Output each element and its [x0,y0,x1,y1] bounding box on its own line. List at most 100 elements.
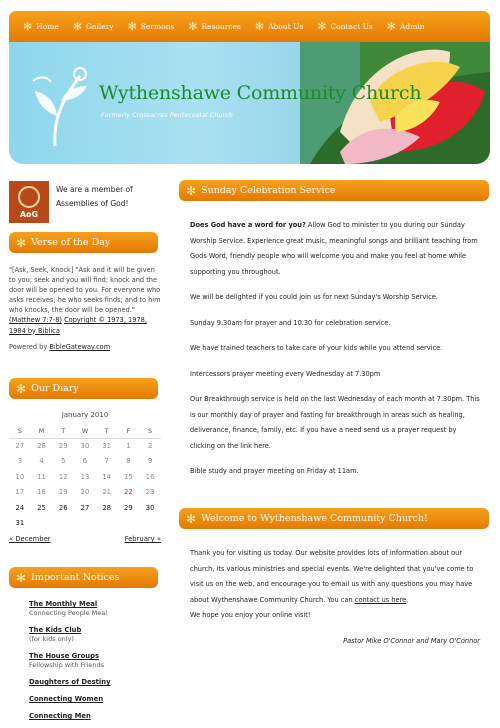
notice-link[interactable]: Connecting Women [29,695,159,704]
nav-sermons[interactable]: ✻ Sermons [128,21,175,32]
calendar-day[interactable]: 27 [74,500,96,516]
biblegateway-link[interactable]: BibleGateway.com [49,343,110,351]
calendar-day[interactable]: 6 [74,454,96,470]
calendar-day[interactable]: 19 [52,485,74,501]
calendar-prev-link[interactable]: « December [9,535,51,543]
calendar-day[interactable]: 10 [9,469,31,485]
service-invite: We will be delighted if you could join u… [190,293,438,301]
calendar-week: 31 [9,516,161,532]
calendar-day[interactable]: 29 [52,438,74,454]
calendar-day[interactable]: 24 [9,500,31,516]
list-item: The Kids Club (for kids only) [29,626,159,644]
welcome-closing: We hope you enjoy your online visit! [190,611,311,619]
welcome-text: Thank you for visiting us today. Our web… [190,549,474,604]
calendar-day[interactable]: 9 [139,454,161,470]
service-content: Does God have a word for you? Allow God … [190,218,480,490]
calendar-day[interactable]: 25 [31,500,53,516]
sparkle-icon: ✻ [16,381,27,396]
calendar-day[interactable]: 27 [9,438,31,454]
calendar-day[interactable]: 26 [52,500,74,516]
service-intro: Does God have a word for you? Allow God … [190,221,478,276]
calendar-week: 10 11 12 13 14 15 16 [9,469,161,485]
calendar-day[interactable]: 31 [9,516,31,532]
verse-reference-link[interactable]: (Matthew 7:7-8) [9,316,62,324]
nav-resources[interactable]: ✻ Resources [188,21,241,32]
calendar-day[interactable]: 14 [96,469,118,485]
site-header: Wythenshawe Community Church Formerly Cr… [9,42,490,164]
calendar-day[interactable]: 8 [118,454,140,470]
calendar-day[interactable]: 7 [96,454,118,470]
service-times: Sunday 9.30am for prayer and 10.30 for c… [190,318,391,327]
aog-logo-text: AoG [19,209,39,219]
sparkle-icon: ✻ [317,20,327,33]
calendar-day [118,516,140,532]
verse-heading: ✻ Verse of the Day [9,232,158,253]
calendar-week: 24 25 26 27 28 29 30 [9,500,161,516]
calendar-day[interactable]: 4 [31,454,53,470]
calendar-day[interactable]: 29 [118,500,140,516]
contact-us-link[interactable]: contact us here [355,596,406,604]
notice-link[interactable]: The Kids Club [29,626,159,635]
calendar-nav: « December February » [9,535,161,543]
notice-subtitle: Fellowship with Friends [29,661,105,669]
nav-contact-us[interactable]: ✻ Contact Us [317,21,373,32]
calendar-day[interactable]: 28 [96,500,118,516]
calendar-day[interactable]: 3 [9,454,31,470]
notice-link[interactable]: Daughters of Destiny [29,678,159,687]
aog-logo[interactable]: AoG [9,181,49,223]
list-item: Connecting Women [29,695,159,704]
calendar-weekday: F [117,424,140,439]
calendar-weekday: W [74,424,96,439]
notice-link[interactable]: The House Groups [29,652,159,661]
site-title: Wythenshawe Community Church [99,82,422,104]
notices-list: The Monthly Meal Connecting People Meal T… [29,600,159,728]
church-logo-icon [32,67,87,147]
calendar-day [74,516,96,532]
nav-gallery[interactable]: ✻ Gallery [73,21,114,32]
calendar-day[interactable]: 30 [139,500,161,516]
calendar-weekday: T [95,424,118,439]
top-nav: ✻ Home ✻ Gallery ✻ Sermons ✻ Resources ✻ Abou… [9,11,490,42]
calendar-day[interactable]: 28 [31,438,53,454]
calendar-day[interactable]: 23 [139,485,161,501]
calendar-day [96,516,118,532]
calendar-day[interactable]: 15 [118,469,140,485]
aog-emblem-icon [18,185,40,208]
sparkle-icon: ✻ [254,20,265,33]
calendar-day[interactable]: 20 [74,485,96,501]
notice-subtitle: Connecting People Meal [29,609,108,617]
calendar-day[interactable]: 17 [9,485,31,501]
calendar-weekday: T [52,424,75,439]
notices-heading: ✻ Important Notices [9,567,158,588]
calendar-weekday: M [30,424,53,439]
sparkle-icon: ✻ [188,20,198,33]
calendar-day[interactable]: 31 [96,438,118,454]
notice-link[interactable]: The Monthly Meal [29,600,159,609]
sparkle-icon: ✻ [16,235,27,250]
welcome-content: Thank you for visiting us today. Our web… [190,546,480,659]
calendar-day[interactable]: 18 [31,485,53,501]
sparkle-icon: ✻ [16,570,27,585]
calendar-day[interactable]: 2 [139,438,161,454]
calendar-day[interactable]: 30 [74,438,96,454]
service-heading: ✻ Sunday Celebration Service [179,180,489,201]
service-kids: We have trained teachers to take care of… [190,344,443,352]
nav-admin[interactable]: ✻ Admin [387,21,425,32]
welcome-heading: ✻ Welcome to Wythenshawe Community Churc… [179,508,489,529]
notice-link[interactable]: Connecting Men [29,712,159,721]
verse-of-the-day: "[Ask, Seek, Knock] "Ask and it will be … [9,266,161,335]
service-intercessors: Intercessors prayer meeting every Wednes… [190,369,381,378]
calendar-day[interactable]: 12 [52,469,74,485]
calendar-day[interactable]: 1 [118,438,140,454]
calendar-next-link[interactable]: February » [125,535,161,543]
calendar-weekday: S [139,424,161,439]
calendar-day[interactable]: 13 [74,469,96,485]
calendar-day[interactable]: 16 [139,469,161,485]
powered-by: Powered by BibleGateway.com [9,343,111,351]
nav-about-us[interactable]: ✻ About Us [255,21,303,32]
calendar-day[interactable]: 11 [31,469,53,485]
calendar-day[interactable]: 21 [96,485,118,501]
nav-home[interactable]: ✻ Home [23,21,59,32]
calendar-day[interactable]: 5 [52,454,74,470]
calendar-day[interactable]: 22 [118,485,140,501]
